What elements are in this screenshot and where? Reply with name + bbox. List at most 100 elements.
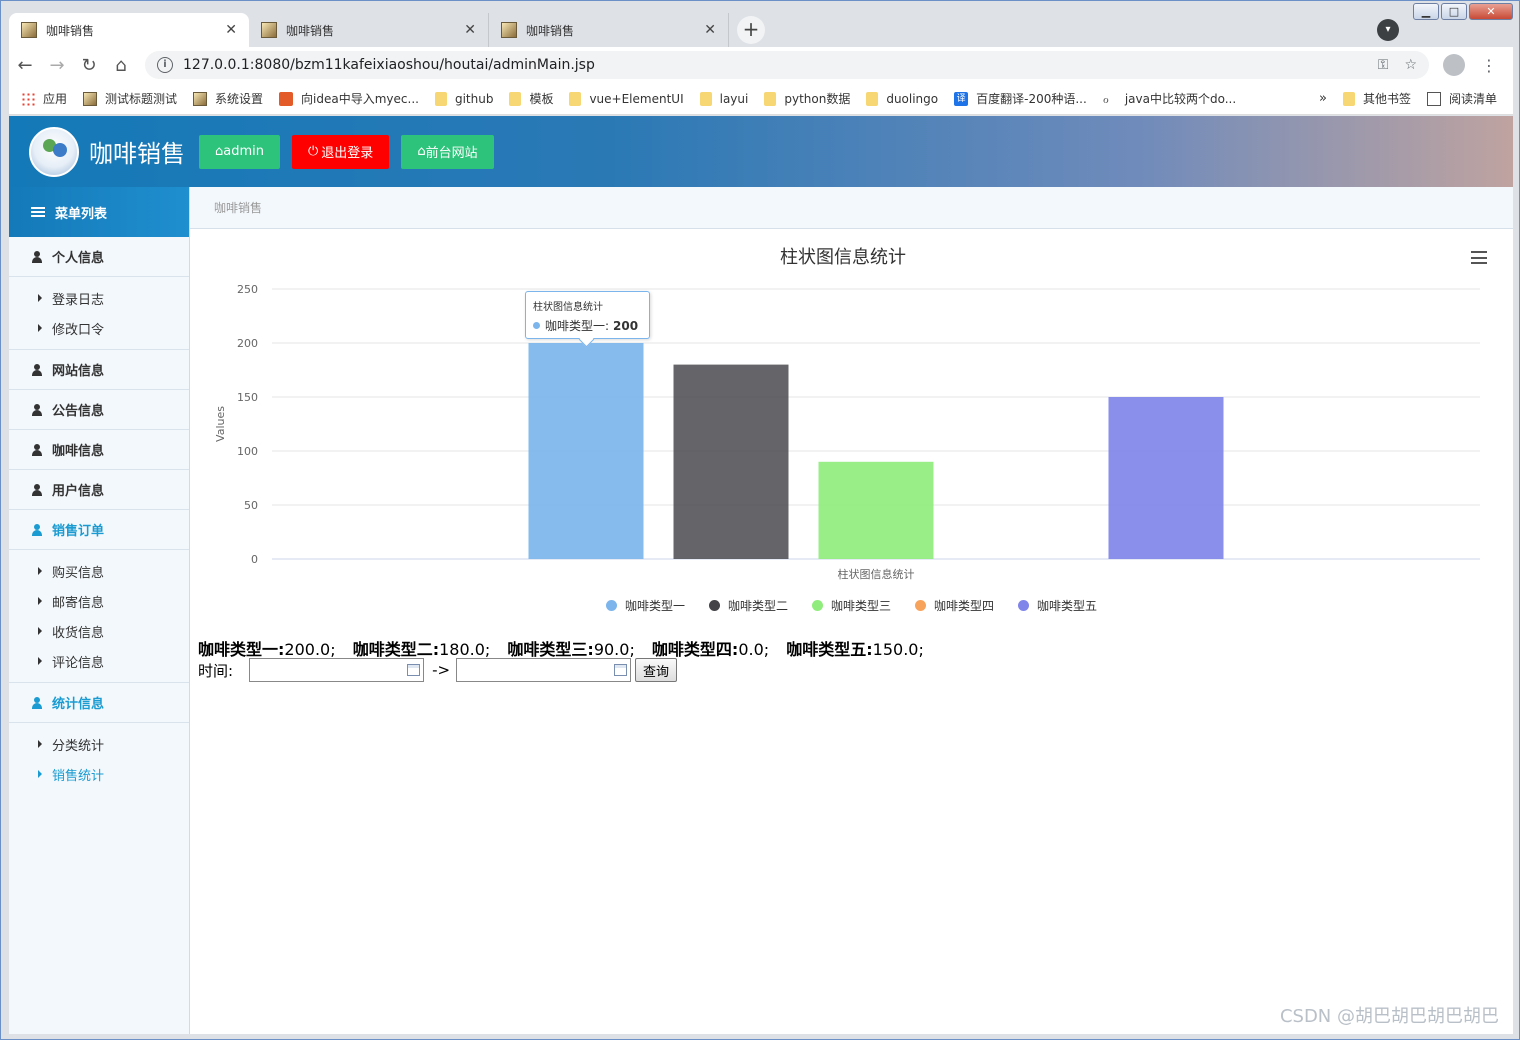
link-icon: ℴ bbox=[1102, 91, 1109, 107]
legend-item[interactable]: 咖啡类型四 bbox=[915, 597, 994, 614]
more-menu-icon[interactable]: ⋮ bbox=[1481, 56, 1497, 75]
bookmark-item[interactable]: layui bbox=[699, 91, 748, 106]
sidebar-item-comments[interactable]: 评论信息 bbox=[9, 646, 189, 676]
bookmarks-bar: 应用 测试标题测试 系统设置 向idea中导入myec... github 模板… bbox=[9, 83, 1513, 115]
tab-title: 咖啡销售 bbox=[526, 23, 575, 38]
user-icon bbox=[31, 363, 43, 376]
user-icon bbox=[31, 403, 43, 416]
time-filter: 时间: -> 查询 bbox=[198, 658, 678, 682]
bookmark-apps[interactable]: 应用 bbox=[21, 90, 67, 107]
tab-title: 咖啡销售 bbox=[46, 23, 95, 38]
admin-button[interactable]: ⌂ admin bbox=[199, 134, 280, 169]
address-bar[interactable]: i 127.0.0.1:8080/bzm11kafeixiaoshou/hout… bbox=[145, 51, 1429, 79]
csdn-icon bbox=[279, 91, 294, 106]
bookmark-item[interactable]: github bbox=[434, 91, 493, 106]
bookmark-item[interactable]: python数据 bbox=[764, 90, 850, 107]
chart-menu-icon[interactable] bbox=[1471, 251, 1487, 264]
frontsite-button[interactable]: ⌂ 前台网站 bbox=[401, 134, 494, 169]
home-icon: ⌂ bbox=[215, 144, 224, 159]
calendar-icon[interactable] bbox=[614, 664, 628, 676]
key-icon[interactable]: ⚿ bbox=[1378, 57, 1389, 73]
sidebar-section-stats[interactable]: 统计信息 bbox=[9, 683, 189, 723]
bookmark-item[interactable]: duolingo bbox=[866, 91, 938, 106]
sidebar-section-site[interactable]: 网站信息 bbox=[9, 350, 189, 390]
back-icon[interactable]: ← bbox=[9, 55, 41, 76]
calendar-icon[interactable] bbox=[407, 664, 421, 676]
bookmark-item[interactable]: 测试标题测试 bbox=[83, 90, 177, 107]
legend-label: 咖啡类型一 bbox=[624, 599, 685, 613]
y-tick-label: 150 bbox=[237, 391, 258, 404]
sidebar-item-mailing[interactable]: 邮寄信息 bbox=[9, 586, 189, 616]
caret-right-icon bbox=[38, 740, 42, 748]
y-tick-label: 50 bbox=[244, 499, 258, 512]
user-icon bbox=[31, 696, 43, 709]
legend-item[interactable]: 咖啡类型一 bbox=[605, 597, 685, 614]
bookmark-item[interactable]: ℴ java中比较两个do... bbox=[1103, 90, 1236, 107]
bookmark-item[interactable]: 译百度翻译-200种语... bbox=[954, 90, 1087, 107]
browser-tab[interactable]: 咖啡销售 ✕ bbox=[9, 13, 249, 47]
chart-title: 柱状图信息统计 bbox=[780, 247, 906, 268]
logout-button[interactable]: ⏻ 退出登录 bbox=[292, 134, 390, 169]
sidebar-item-change-password[interactable]: 修改口令 bbox=[9, 313, 189, 343]
sidebar-item-purchase[interactable]: 购买信息 bbox=[9, 556, 189, 586]
home-icon: ⌂ bbox=[417, 144, 426, 159]
start-date-input[interactable] bbox=[249, 658, 425, 682]
browser-tab[interactable]: 咖啡销售 ✕ bbox=[489, 13, 729, 47]
bookmark-item[interactable]: 模板 bbox=[509, 90, 553, 107]
bookmark-item[interactable]: 向idea中导入myec... bbox=[279, 90, 419, 107]
close-tab-icon[interactable]: ✕ bbox=[464, 22, 476, 38]
minimize-icon[interactable]: ▁ bbox=[1413, 3, 1439, 20]
profile-avatar-icon[interactable] bbox=[1443, 54, 1465, 76]
close-tab-icon[interactable]: ✕ bbox=[704, 22, 716, 38]
new-tab-icon[interactable]: + bbox=[737, 16, 765, 44]
legend-label: 咖啡类型五 bbox=[1037, 599, 1098, 613]
forward-icon[interactable]: → bbox=[41, 55, 73, 76]
sidebar-section-coffee[interactable]: 咖啡信息 bbox=[9, 430, 189, 470]
caret-right-icon bbox=[38, 324, 42, 332]
sidebar-item-sales-stats[interactable]: 销售统计 bbox=[9, 759, 189, 789]
bar-5 bbox=[1108, 397, 1224, 559]
query-button[interactable]: 查询 bbox=[635, 658, 678, 682]
range-arrow: -> bbox=[432, 661, 451, 679]
legend-item[interactable]: 咖啡类型五 bbox=[1018, 597, 1097, 614]
folder-icon bbox=[509, 91, 522, 106]
more-bookmarks-icon[interactable]: » bbox=[1319, 91, 1327, 106]
site-info-icon[interactable]: i bbox=[157, 57, 173, 73]
browser-tab[interactable]: 咖啡销售 ✕ bbox=[249, 13, 489, 47]
reading-list[interactable]: 阅读清单 bbox=[1426, 90, 1497, 107]
folder-icon bbox=[569, 91, 582, 106]
legend-item[interactable]: 咖啡类型二 bbox=[708, 597, 788, 614]
legend-item[interactable]: 咖啡类型三 bbox=[811, 597, 891, 614]
list-icon bbox=[31, 207, 45, 217]
favicon-icon bbox=[261, 22, 277, 38]
sidebar-section-orders[interactable]: 销售订单 bbox=[9, 510, 189, 550]
sidebar-section-users[interactable]: 用户信息 bbox=[9, 470, 189, 510]
caret-right-icon bbox=[38, 770, 42, 778]
web-page: 咖啡销售 ⌂ admin ⏻ 退出登录 ⌂ 前台网站 菜单列表 个人信息 登录日志 修… bbox=[9, 116, 1513, 1034]
favicon-icon bbox=[501, 22, 517, 38]
sidebar-section-profile[interactable]: 个人信息 bbox=[9, 237, 189, 277]
bookmark-item[interactable]: 系统设置 bbox=[193, 90, 263, 107]
stat-item: 咖啡类型一:200.0; bbox=[198, 640, 336, 659]
close-tab-icon[interactable]: ✕ bbox=[225, 22, 237, 38]
apps-icon bbox=[21, 91, 35, 106]
sidebar-section-notice[interactable]: 公告信息 bbox=[9, 390, 189, 430]
power-icon: ⏻ bbox=[308, 144, 319, 159]
tooltip-series: 咖啡类型一: bbox=[545, 319, 610, 333]
star-icon[interactable]: ☆ bbox=[1404, 57, 1417, 73]
tab-search-icon[interactable]: ▾ bbox=[1377, 19, 1399, 41]
reload-icon[interactable]: ↻ bbox=[73, 55, 105, 76]
sidebar-item-login-log[interactable]: 登录日志 bbox=[9, 283, 189, 313]
bookmark-item[interactable]: vue+ElementUI bbox=[569, 91, 684, 106]
folder-icon bbox=[434, 91, 447, 106]
end-date-input[interactable] bbox=[456, 658, 632, 682]
sidebar-item-category-stats[interactable]: 分类统计 bbox=[9, 729, 189, 759]
brand-title: 咖啡销售 bbox=[89, 140, 185, 168]
maximize-icon[interactable]: □ bbox=[1441, 3, 1467, 20]
home-icon[interactable]: ⌂ bbox=[105, 55, 137, 76]
other-bookmarks[interactable]: 其他书签 bbox=[1342, 90, 1411, 107]
sidebar-item-receipt[interactable]: 收货信息 bbox=[9, 616, 189, 646]
user-icon bbox=[31, 250, 43, 263]
close-window-icon[interactable]: ✕ bbox=[1469, 3, 1513, 20]
legend-dot bbox=[1018, 600, 1030, 611]
